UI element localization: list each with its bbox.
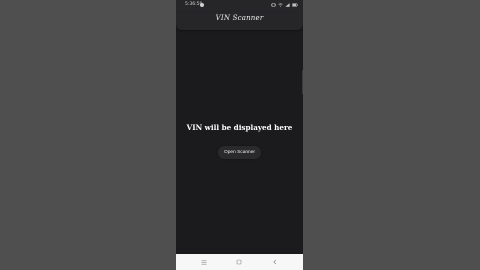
- status-icons: [271, 3, 298, 7]
- home-icon[interactable]: [235, 258, 243, 266]
- navigation-bar: [176, 254, 303, 270]
- menu-icon[interactable]: [200, 258, 208, 266]
- status-bar: 5:36:50: [176, 0, 303, 12]
- back-icon[interactable]: [271, 258, 279, 266]
- main-content: VIN will be displayed here Open Scanner: [176, 30, 303, 254]
- open-scanner-button[interactable]: Open Scanner: [218, 146, 261, 159]
- vin-display-text: VIN will be displayed here: [186, 123, 293, 132]
- battery-icon: [292, 3, 298, 7]
- phone-screen: 5:36:50 VIN Scanner VIN will be displaye…: [176, 0, 303, 270]
- signal-icon: [285, 3, 290, 7]
- wifi-icon: [278, 3, 283, 7]
- app-title: VIN Scanner: [215, 14, 264, 22]
- app-bar: VIN Scanner: [176, 12, 303, 30]
- vibrate-icon: [271, 3, 276, 7]
- scroll-indicator: [301, 70, 303, 94]
- notification-icon: [200, 3, 204, 8]
